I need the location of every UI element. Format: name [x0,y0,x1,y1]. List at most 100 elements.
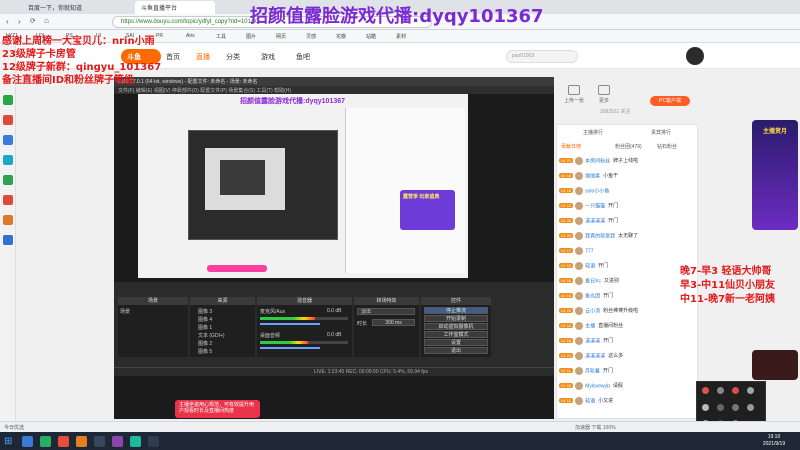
chat-username[interactable]: 溪溪溪溪 [585,353,605,359]
status-left[interactable]: 今日优选 [4,425,24,431]
chat-username[interactable]: 777 [585,248,593,254]
tab-diamond-fans[interactable]: 钻石粉丝 [657,143,677,150]
taskbar-app-icon[interactable] [94,436,105,447]
room-follow[interactable]: 2082511 关注 [600,108,690,116]
app-icon[interactable] [3,135,13,145]
chat-message[interactable]: LV 16 夏日Xc 又进别 [559,277,697,292]
app-icon[interactable] [3,195,13,205]
chat-message[interactable]: LV 12 轻语 小又进 [559,397,697,412]
chat-message[interactable]: LV 12 轻语 开门 [559,262,697,277]
side-promo[interactable]: 主播赏月 [752,120,798,230]
stop-stream-button[interactable]: 停止推流 [424,307,488,314]
chat-username[interactable]: 云小汤 [585,308,600,314]
nav-games[interactable]: 游戏 [261,52,275,62]
taskbar-app-icon[interactable] [22,436,33,447]
source-item[interactable]: 图像 3 [198,308,212,315]
source-item[interactable]: 图像 2 [198,340,212,347]
nav-live[interactable]: 直播 [196,52,210,62]
tab-daily-rank[interactable]: 贡献日榜 [561,143,581,150]
taskbar-app-icon[interactable] [112,436,123,447]
chat-message[interactable]: LV 20 我真的就是我 太无聊了 [559,232,697,247]
chat-username[interactable]: 月轮暮 [585,368,600,374]
chat-username[interactable]: 夏日Xc [585,278,601,284]
bookmark-item[interactable]: PR [156,33,163,39]
transition-select[interactable]: 淡出 [357,308,415,315]
chat-message[interactable]: LV 21 溪溪溪溪 这么多 [559,352,697,367]
forward-icon[interactable]: › [18,17,21,26]
taskbar-clock[interactable]: 19:10 2021/9/19 [752,434,796,448]
app-icon[interactable] [3,215,13,225]
chat-username[interactable]: 一只猫猫 [585,203,605,209]
back-icon[interactable]: ‹ [6,17,9,26]
side-promo-2[interactable] [752,350,798,380]
avatar[interactable] [686,47,704,65]
chat-message[interactable]: LV 17 777 [559,247,697,262]
taskbar-app-icon[interactable] [58,436,69,447]
nav-home[interactable]: 首页 [166,52,180,62]
scene-item[interactable]: 场景 [120,308,130,315]
tab-vip-rank[interactable]: 贵宾排行 [651,129,671,136]
bookmark-item[interactable]: Aris [186,33,195,39]
bookmark-item[interactable]: 素材 [396,33,406,40]
chat-message[interactable]: LV 11 月轮暮 开门 [559,367,697,382]
upload-icon[interactable]: 上传一张 [559,85,589,104]
chat-message[interactable]: LV 14 鱼丸团 开门 [559,292,697,307]
more-icon[interactable]: 更多 [589,85,619,104]
bookmark-item[interactable]: 灵感 [306,33,316,40]
volume-slider[interactable] [260,347,320,349]
chat-username[interactable]: 本房间粉丝 [585,158,610,164]
chat-message[interactable]: LV 22 云小汤 粉丝棒棒升级啦 [559,307,697,322]
bookmark-item[interactable]: 网页 [276,33,286,40]
app-icon[interactable] [3,95,13,105]
volume-slider[interactable] [260,323,320,325]
chat-username[interactable]: 我真的就是我 [585,233,615,239]
chat-message[interactable]: LV 16 Mylovewyb 请假 [559,382,697,397]
chat-message[interactable]: LV 21 本房间粉丝 牌子上线啦 [559,157,697,172]
tab-baidu[interactable]: 百度一下，你就知道 [22,1,92,14]
tray-icon[interactable] [702,387,709,394]
chat-username[interactable]: Mylovewyb [585,383,610,389]
chat-username[interactable]: 鱼丸团 [585,293,600,299]
tray-icon[interactable] [747,387,754,394]
tray-icon[interactable] [717,404,724,411]
tray-icon[interactable] [747,404,754,411]
source-item[interactable]: 文本 (GDI+) [198,332,225,339]
tray-icon[interactable] [717,387,724,394]
app-icon[interactable] [3,175,13,185]
virtual-cam-button[interactable]: 启动虚拟摄像机 [424,323,488,330]
home-icon[interactable]: ⌂ [44,16,49,25]
studio-mode-button[interactable]: 工作室模式 [424,331,488,338]
app-icon[interactable] [3,115,13,125]
taskbar-app-icon[interactable] [40,436,51,447]
tab-fan-club[interactable]: 粉丝团(479) [615,143,642,150]
source-item[interactable]: 图像 5 [198,348,212,355]
nav-category[interactable]: 分类 [226,52,240,62]
bookmark-item[interactable]: 图片 [246,33,256,40]
chat-username[interactable]: 轻语 [585,398,595,404]
chat-username[interactable]: 主播 [585,323,595,329]
chat-message[interactable]: LV 13 主播 直播间粉丝 [559,322,697,337]
bookmark-item[interactable]: 花瓣 [336,33,346,40]
chat-message[interactable]: LV 12 一只猫猫 开门 [559,202,697,217]
start-record-button[interactable]: 开始录制 [424,315,488,322]
search-input[interactable]: pao01903 [506,50,578,63]
exit-button[interactable]: 退出 [424,347,488,354]
refresh-icon[interactable]: ⟳ [30,17,36,25]
pc-client-button[interactable]: PC客户端 [650,96,690,106]
tray-icon[interactable] [702,404,709,411]
nav-fishbar[interactable]: 鱼吧 [296,52,310,62]
taskbar-app-icon[interactable] [76,436,87,447]
taskbar-app-icon[interactable] [148,436,159,447]
status-right[interactable]: 加速器 下载 100% [575,424,616,431]
chat-username[interactable]: 溪溪溪溪 [585,218,605,224]
source-item[interactable]: 图像 4 [198,316,212,323]
chat-username[interactable]: 咖咖柔 [585,173,600,179]
tray-icon[interactable] [732,404,739,411]
settings-button[interactable]: 设置 [424,339,488,346]
app-icon[interactable] [3,235,13,245]
tab-douyu[interactable]: 斗鱼直播平台 [135,1,215,14]
chat-message[interactable]: LV 30 溪溪溪溪 开门 [559,217,697,232]
tray-icon[interactable] [732,387,739,394]
source-item[interactable]: 图像 1 [198,324,212,331]
bookmark-item[interactable]: 站酷 [366,33,376,40]
